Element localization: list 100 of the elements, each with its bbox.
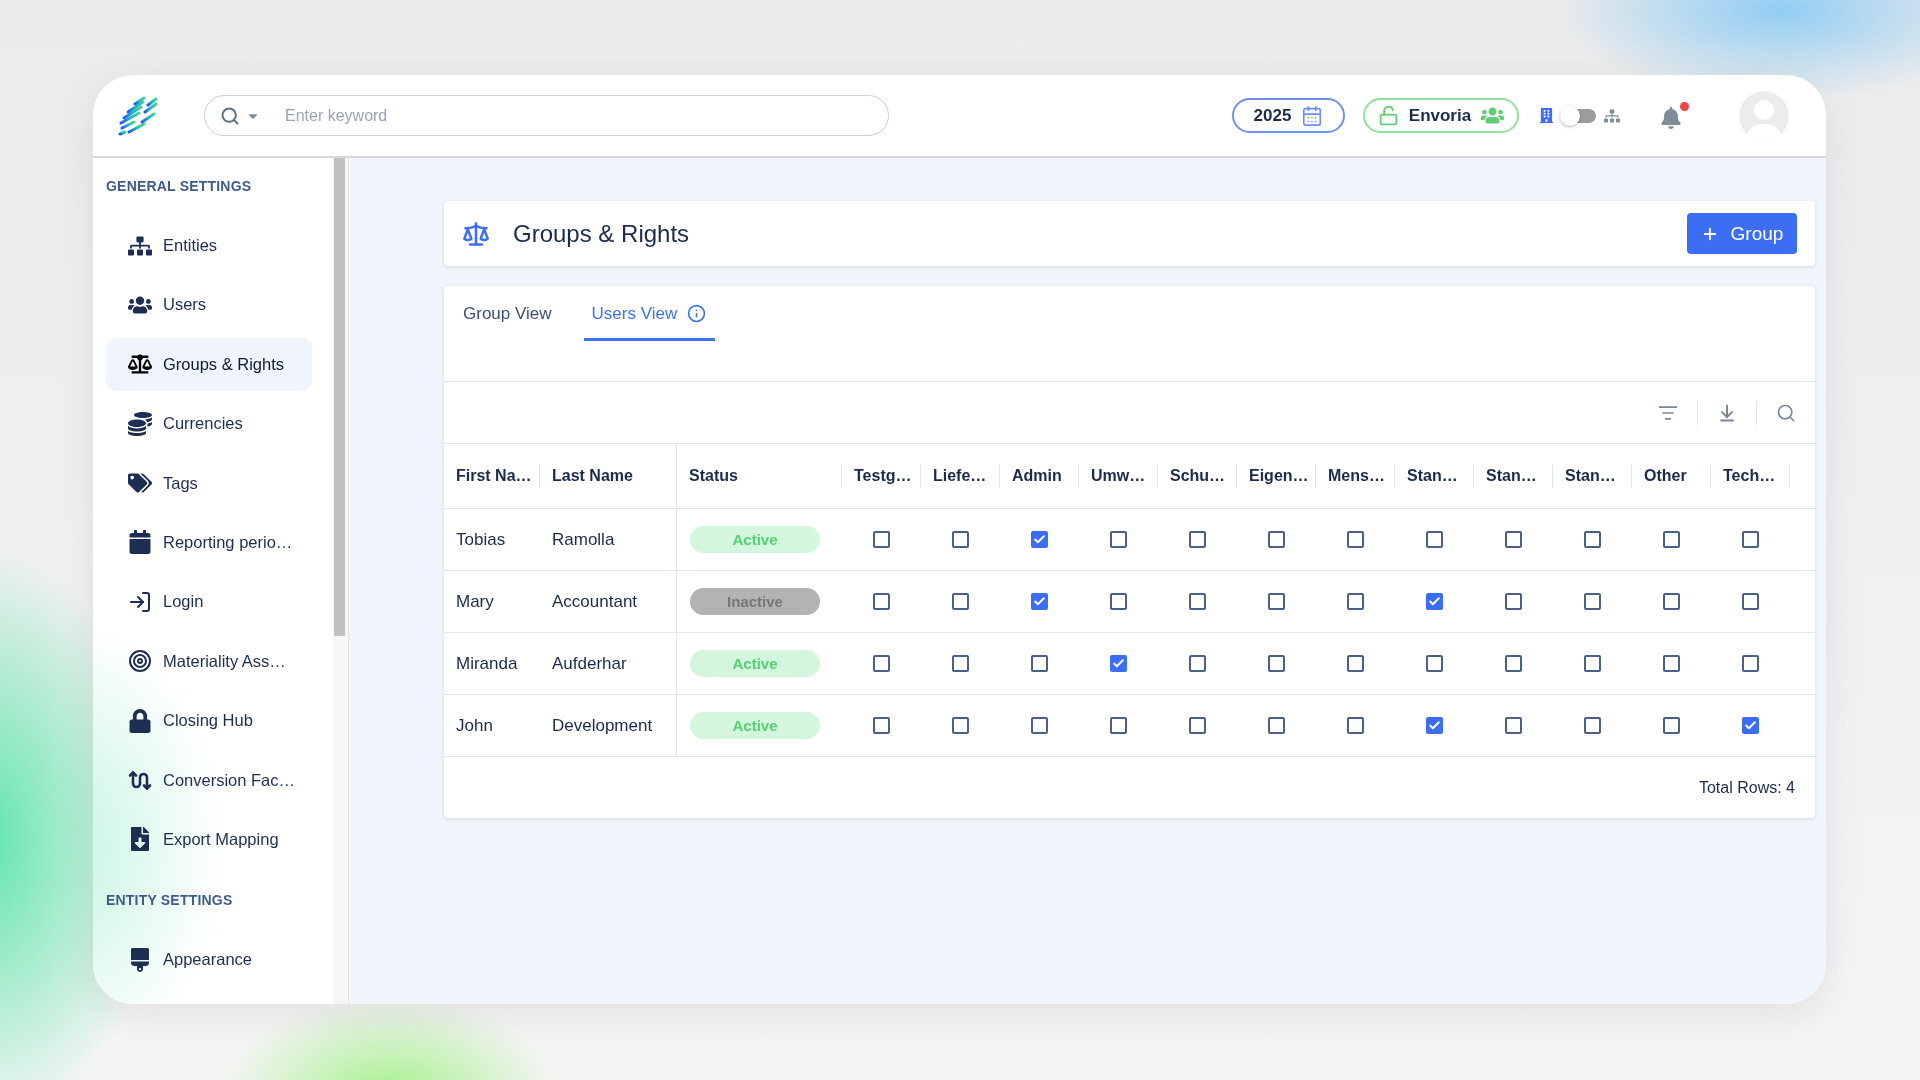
calendar-icon [128, 530, 152, 555]
sidebar-item[interactable]: Currencies [106, 397, 312, 451]
scrollbar-thumb[interactable] [334, 158, 345, 636]
checkbox[interactable] [1031, 655, 1048, 672]
checkbox[interactable] [1347, 717, 1364, 734]
checkbox[interactable] [1426, 717, 1443, 734]
checkbox[interactable] [873, 717, 890, 734]
checkbox[interactable] [1189, 531, 1206, 548]
sidebar-item[interactable]: Appearance [106, 933, 312, 987]
checkbox[interactable] [1110, 655, 1127, 672]
checkbox[interactable] [1742, 655, 1759, 672]
checkbox[interactable] [1584, 717, 1601, 734]
checkbox[interactable] [1505, 531, 1522, 548]
info-icon[interactable] [687, 304, 707, 323]
sidebar-item[interactable]: Closing Hub [106, 694, 312, 748]
checkbox[interactable] [1110, 717, 1127, 734]
checkbox[interactable] [1268, 655, 1285, 672]
checkbox[interactable] [1347, 531, 1364, 548]
checkbox[interactable] [952, 655, 969, 672]
checkbox[interactable] [1031, 717, 1048, 734]
target-icon [128, 649, 152, 674]
checkbox[interactable] [1584, 531, 1601, 548]
sidebar-item[interactable]: Login [106, 575, 312, 629]
checkbox[interactable] [1663, 655, 1680, 672]
checkbox[interactable] [1663, 717, 1680, 734]
table-cell: Ramolla [540, 509, 677, 570]
checkbox[interactable] [1110, 531, 1127, 548]
sidebar-item[interactable]: Conversion Fac… [106, 753, 312, 807]
checkbox[interactable] [1742, 531, 1759, 548]
checkbox[interactable] [1347, 655, 1364, 672]
logo [118, 95, 158, 136]
checkbox[interactable] [1505, 655, 1522, 672]
checkbox[interactable] [1426, 531, 1443, 548]
sidebar-item[interactable]: Materiality Ass… [106, 634, 312, 688]
download-icon [1717, 402, 1737, 423]
page-title: Groups & Rights [513, 219, 690, 248]
checkbox[interactable] [1584, 655, 1601, 672]
tab[interactable]: Group View [455, 286, 561, 341]
checkbox[interactable] [952, 531, 969, 548]
sidebar-item[interactable]: Export Mapping [106, 812, 312, 866]
checkbox[interactable] [1663, 531, 1680, 548]
checkbox[interactable] [1189, 593, 1206, 610]
table-cell-text: Mary [455, 590, 495, 613]
column-header: Status [677, 444, 842, 508]
notification-button[interactable] [1660, 102, 1689, 129]
sidebar-item[interactable]: Entities [106, 219, 312, 272]
checkbox[interactable] [873, 593, 890, 610]
column-header: Schu… [1158, 444, 1237, 508]
checkbox[interactable] [1268, 593, 1285, 610]
table-cell-text: Tobias [455, 528, 507, 551]
unlock-icon [1377, 105, 1399, 126]
checkbox[interactable] [873, 655, 890, 672]
scrollbar-track[interactable] [333, 158, 349, 1004]
coins-icon [128, 411, 152, 436]
table-cell: Accountant [540, 571, 677, 632]
view-toggle[interactable] [1560, 105, 1596, 126]
checkbox[interactable] [1426, 593, 1443, 610]
tags-icon [128, 471, 152, 496]
scale-icon [128, 352, 152, 377]
year-selector[interactable]: 2025 [1232, 98, 1345, 133]
column-header: Other [1632, 444, 1711, 508]
sidebar-item[interactable]: Reporting perio… [106, 515, 312, 569]
column-header: Mens… [1316, 444, 1395, 508]
building-icon[interactable] [1539, 108, 1554, 123]
checkbox[interactable] [1189, 717, 1206, 734]
checkbox[interactable] [873, 531, 890, 548]
sitemap-icon [128, 233, 152, 258]
checkbox[interactable] [1742, 717, 1759, 734]
check-icon [1033, 533, 1046, 546]
calendar-icon [1301, 104, 1324, 127]
sidebar-item[interactable]: Groups & Rights [106, 337, 312, 391]
column-header: Testg… [842, 444, 921, 508]
sidebar-item[interactable]: Tags [106, 456, 312, 510]
sitemap-icon[interactable] [1604, 107, 1620, 124]
checkbox[interactable] [1268, 531, 1285, 548]
file-download-icon [128, 827, 152, 852]
sidebar-item[interactable]: Users [106, 278, 312, 332]
checkbox[interactable] [952, 593, 969, 610]
checkbox[interactable] [1663, 593, 1680, 610]
check-icon [1744, 719, 1757, 732]
checkbox[interactable] [1426, 655, 1443, 672]
add-group-button[interactable]: Group [1687, 213, 1797, 254]
table-cell-text: John [455, 714, 494, 737]
checkbox[interactable] [1189, 655, 1206, 672]
search-field[interactable]: Enter keyword [285, 103, 888, 128]
checkbox[interactable] [1268, 717, 1285, 734]
checkbox[interactable] [1584, 593, 1601, 610]
checkbox[interactable] [1505, 593, 1522, 610]
checkbox[interactable] [1505, 717, 1522, 734]
checkbox[interactable] [1031, 593, 1048, 610]
brush-icon [128, 947, 152, 972]
column-header: Umw… [1079, 444, 1158, 508]
entity-selector[interactable]: Envoria [1363, 98, 1519, 133]
checkbox[interactable] [1110, 593, 1127, 610]
table-cell: Aufderhar [540, 633, 677, 694]
checkbox[interactable] [952, 717, 969, 734]
checkbox[interactable] [1031, 531, 1048, 548]
checkbox[interactable] [1742, 593, 1759, 610]
tab[interactable]: Users View [583, 286, 716, 341]
checkbox[interactable] [1347, 593, 1364, 610]
